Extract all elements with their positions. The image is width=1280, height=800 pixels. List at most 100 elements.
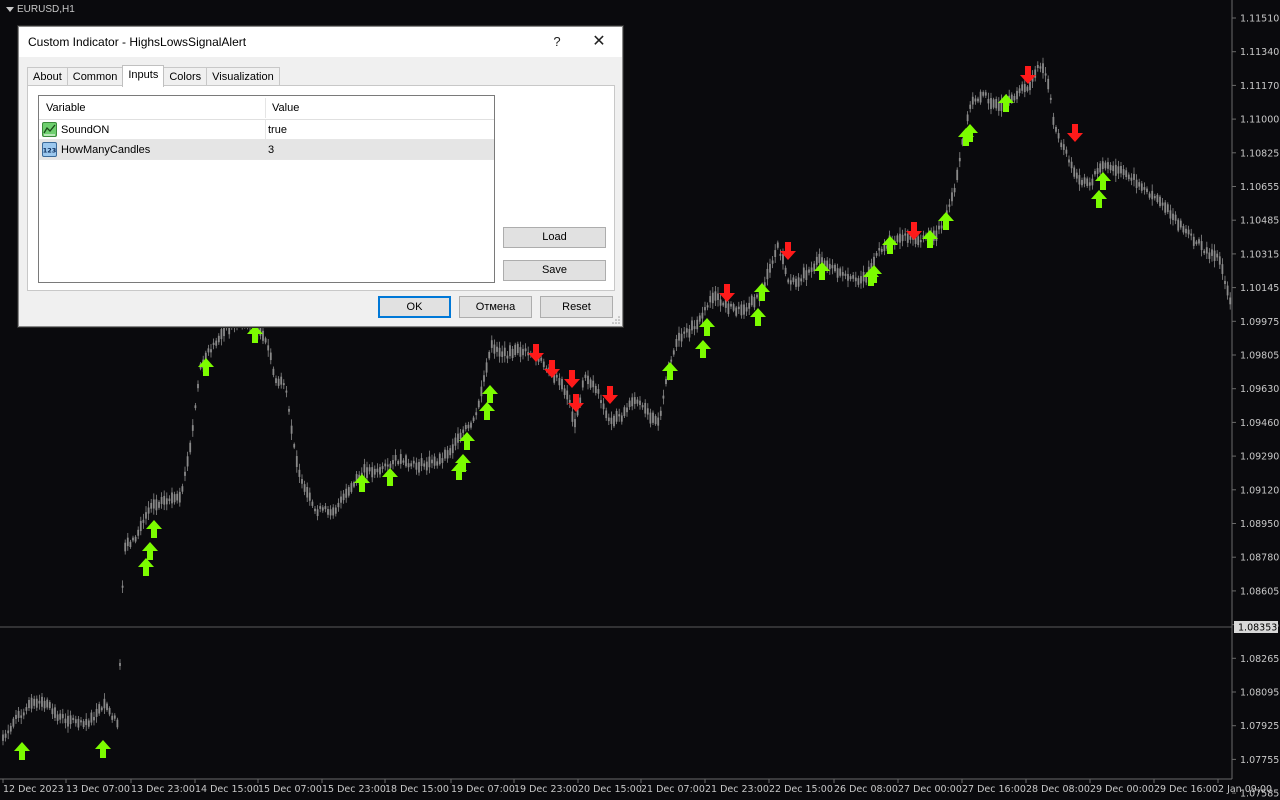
- candle-body: [145, 512, 147, 519]
- candle-body: [571, 411, 574, 422]
- candle-body: [329, 509, 332, 516]
- candle-body: [462, 429, 465, 433]
- candle-body: [873, 256, 875, 266]
- symbol-text: EURUSD,H1: [17, 4, 75, 15]
- candle-body: [878, 248, 881, 251]
- candle-body: [41, 696, 43, 707]
- table-row[interactable]: SoundON true: [39, 120, 494, 140]
- candle-body: [680, 333, 683, 342]
- reset-button[interactable]: Reset: [540, 296, 613, 318]
- candle-body: [311, 501, 314, 506]
- candle-body: [727, 303, 730, 315]
- price-tick-label: 1.11340: [1240, 47, 1279, 58]
- candle-body: [852, 275, 855, 279]
- candle-body: [1169, 210, 1172, 219]
- candle-body: [46, 699, 49, 708]
- symbol-label[interactable]: EURUSD,H1: [6, 4, 75, 15]
- tab-about[interactable]: About: [27, 67, 68, 87]
- column-header-value[interactable]: Value: [272, 102, 299, 114]
- candle-body: [98, 704, 101, 714]
- time-tick-label: 27 Dec 00:00: [898, 784, 962, 795]
- tab-inputs[interactable]: Inputs: [122, 65, 165, 87]
- candle-body: [1224, 280, 1226, 284]
- candle-body: [1122, 169, 1125, 176]
- up-arrow-icon: [479, 402, 495, 420]
- variable-value[interactable]: 3: [268, 144, 274, 156]
- dropdown-triangle-icon: [6, 7, 14, 12]
- close-button[interactable]: ✕: [582, 29, 616, 55]
- up-arrow-icon: [95, 740, 111, 758]
- candle-body: [969, 104, 972, 109]
- candle-body: [126, 537, 129, 547]
- candle-body: [1104, 162, 1107, 169]
- candle-body: [1185, 228, 1187, 234]
- candle-body: [1179, 220, 1182, 228]
- candle-body: [1021, 84, 1024, 91]
- candle-body: [797, 277, 800, 287]
- candle-body: [735, 307, 738, 316]
- candle-body: [1153, 196, 1156, 199]
- candle-body: [48, 702, 51, 709]
- candle-body: [93, 716, 95, 721]
- candle-body: [178, 491, 181, 503]
- candle-body: [696, 319, 699, 330]
- candle-body: [376, 468, 379, 473]
- price-tick-label: 1.08265: [1240, 654, 1279, 665]
- down-arrow-icon: [719, 284, 735, 302]
- candle-body: [340, 496, 342, 503]
- candle-body: [477, 400, 480, 408]
- column-header-variable[interactable]: Variable: [46, 102, 86, 114]
- candle-body: [1182, 226, 1185, 233]
- candle-body: [121, 585, 124, 588]
- candle-body: [844, 273, 847, 276]
- candle-body: [38, 700, 41, 704]
- candle-body: [990, 98, 992, 109]
- candle-body: [605, 410, 608, 419]
- tab-common[interactable]: Common: [66, 67, 124, 87]
- candle-body: [282, 383, 285, 386]
- tab-colors[interactable]: Colors: [163, 67, 208, 87]
- variable-value[interactable]: true: [268, 124, 287, 136]
- candle-body: [584, 374, 587, 378]
- candle-body: [189, 442, 192, 453]
- candle-body: [457, 433, 459, 443]
- ok-button[interactable]: OK: [378, 296, 451, 318]
- time-tick-label: 29 Dec 00:00: [1090, 784, 1154, 795]
- candle-body: [1117, 166, 1120, 174]
- load-button[interactable]: Load: [503, 227, 606, 248]
- column-separator[interactable]: [265, 98, 266, 118]
- candle-body: [142, 519, 145, 523]
- candle-body: [74, 719, 77, 724]
- save-button[interactable]: Save: [503, 260, 606, 281]
- table-row[interactable]: 123 HowManyCandles 3: [39, 140, 494, 160]
- dialog-titlebar[interactable]: Custom Indicator - HighsLowsSignalAlert …: [19, 27, 622, 57]
- candle-body: [787, 279, 790, 283]
- candle-body: [740, 304, 743, 316]
- candle-body: [20, 715, 23, 718]
- candle-body: [137, 529, 140, 536]
- candle-body: [2, 734, 4, 741]
- candle-body: [134, 536, 137, 542]
- tab-visualization[interactable]: Visualization: [206, 67, 280, 87]
- candle-body: [711, 292, 714, 304]
- help-button[interactable]: ?: [544, 29, 570, 55]
- candle-body: [119, 662, 121, 666]
- candle-body: [194, 405, 197, 409]
- candle-body: [1114, 164, 1117, 176]
- candle-body: [1164, 202, 1167, 213]
- candle-body: [314, 508, 316, 512]
- candle-body: [184, 471, 186, 476]
- candle-body: [139, 520, 142, 532]
- candle-body: [61, 714, 64, 719]
- candle-body: [1026, 86, 1029, 91]
- candle-body: [51, 708, 54, 715]
- candle-body: [425, 461, 428, 471]
- variable-name: HowManyCandles: [61, 144, 151, 156]
- candle-body: [626, 407, 628, 413]
- resize-grip-icon[interactable]: [612, 316, 620, 324]
- candle-body: [771, 260, 774, 264]
- cancel-button[interactable]: Отмена: [459, 296, 532, 318]
- time-tick-label: 18 Dec 15:00: [385, 784, 449, 795]
- candle-body: [984, 92, 987, 96]
- candle-body: [1159, 196, 1161, 206]
